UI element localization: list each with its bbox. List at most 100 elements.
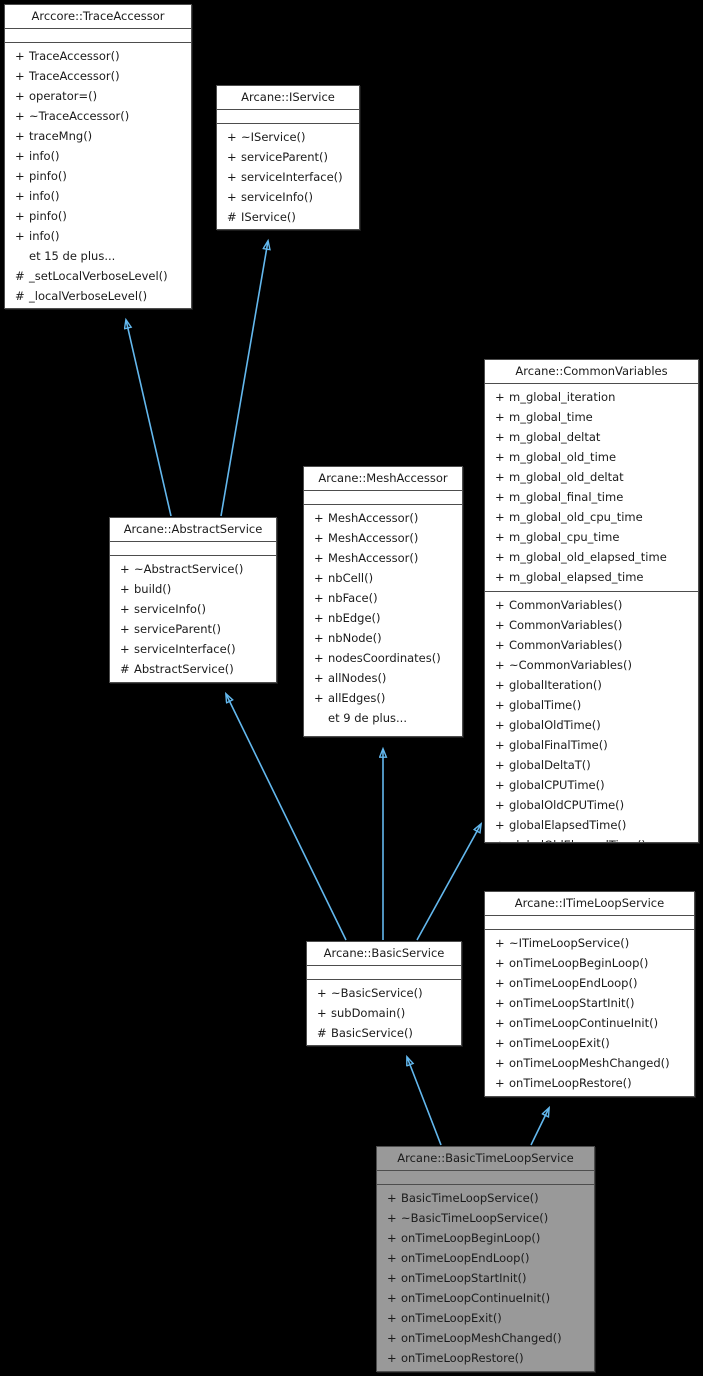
member-visibility: + bbox=[317, 1006, 327, 1020]
member-name: info() bbox=[29, 229, 60, 243]
class-node-basic_timeloop_service[interactable]: Arcane::BasicTimeLoopService + BasicTimeLo… bbox=[376, 1146, 595, 1372]
class-member: + TraceAccessor() bbox=[5, 66, 191, 86]
member-visibility: + bbox=[495, 835, 509, 842]
class-member: + MeshAccessor() bbox=[304, 528, 462, 548]
member-visibility: + bbox=[495, 678, 505, 692]
member-name: m_global_old_deltat bbox=[509, 470, 624, 484]
member-visibility: + bbox=[387, 1231, 397, 1245]
member-visibility: + bbox=[15, 169, 25, 183]
class-attributes-common_variables: + m_global_iteration + m_global_time + m_glob… bbox=[485, 384, 698, 592]
class-node-mesh_accessor[interactable]: Arcane::MeshAccessor + MeshAccessor() + Mesh… bbox=[303, 466, 463, 737]
class-node-iservice[interactable]: Arcane::IService + ~IService() + servicePare… bbox=[216, 85, 360, 230]
member-visibility: + bbox=[495, 450, 505, 464]
member-visibility: + bbox=[495, 758, 505, 772]
member-name: MeshAccessor() bbox=[328, 531, 419, 545]
member-name: pinfo() bbox=[29, 209, 67, 223]
class-node-common_variables[interactable]: Arcane::CommonVariables + m_global_iterati… bbox=[484, 359, 699, 843]
member-visibility: + bbox=[15, 89, 25, 103]
member-name: ~AbstractService() bbox=[134, 562, 244, 576]
class-member: + onTimeLoopExit() bbox=[485, 1033, 694, 1053]
class-member: + allNodes() bbox=[304, 668, 462, 688]
member-name: m_global_final_time bbox=[509, 490, 624, 504]
member-name: IService() bbox=[241, 210, 296, 224]
member-name: AbstractService() bbox=[134, 662, 234, 676]
member-name: info() bbox=[29, 149, 60, 163]
member-visibility: + bbox=[314, 551, 324, 565]
member-name: allNodes() bbox=[328, 671, 387, 685]
class-member: + m_global_old_deltat bbox=[485, 467, 698, 487]
class-member: + m_global_deltat bbox=[485, 427, 698, 447]
member-name: onTimeLoopRestore() bbox=[401, 1351, 524, 1365]
class-member: + CommonVariables() bbox=[485, 595, 698, 615]
member-visibility: + bbox=[495, 530, 505, 544]
member-visibility: + bbox=[314, 571, 324, 585]
class-member: + onTimeLoopMeshChanged() bbox=[377, 1328, 594, 1348]
member-name: ~CommonVariables() bbox=[509, 658, 632, 672]
class-member: + m_global_time bbox=[485, 407, 698, 427]
class-member: + onTimeLoopEndLoop() bbox=[485, 973, 694, 993]
member-name: globalDeltaT() bbox=[509, 758, 591, 772]
member-name: _localVerboseLevel() bbox=[29, 289, 148, 303]
class-member: + nbEdge() bbox=[304, 608, 462, 628]
member-visibility: + bbox=[387, 1191, 397, 1205]
member-visibility: + bbox=[120, 562, 130, 576]
member-name: globalIteration() bbox=[509, 678, 602, 692]
member-name: TraceAccessor() bbox=[29, 69, 120, 83]
member-name: onTimeLoopContinueInit() bbox=[401, 1291, 551, 1305]
member-visibility: + bbox=[495, 470, 505, 484]
class-member: + ~BasicService() bbox=[307, 983, 461, 1003]
member-visibility: + bbox=[495, 598, 505, 612]
member-name: traceMng() bbox=[29, 129, 93, 143]
member-visibility: + bbox=[227, 170, 237, 184]
member-visibility: + bbox=[495, 1036, 505, 1050]
class-member: + ~BasicTimeLoopService() bbox=[377, 1208, 594, 1228]
member-visibility: + bbox=[495, 1056, 505, 1070]
member-name: onTimeLoopEndLoop() bbox=[401, 1251, 530, 1265]
member-name: allEdges() bbox=[328, 691, 386, 705]
member-visibility: + bbox=[387, 1251, 397, 1265]
member-visibility: + bbox=[495, 410, 505, 424]
member-name: serviceParent() bbox=[134, 622, 221, 636]
member-visibility: + bbox=[227, 130, 237, 144]
class-member: + onTimeLoopStartInit() bbox=[377, 1268, 594, 1288]
class-member: + TraceAccessor() bbox=[5, 46, 191, 66]
edge-abstract-service-to-iservice bbox=[220, 241, 268, 517]
member-name: serviceParent() bbox=[241, 150, 328, 164]
class-member: + onTimeLoopBeginLoop() bbox=[377, 1228, 594, 1248]
class-member: + serviceInfo() bbox=[110, 599, 276, 619]
class-title-itimeloop_service: Arcane::ITimeLoopService bbox=[485, 892, 694, 916]
class-member: + nbNode() bbox=[304, 628, 462, 648]
member-name: serviceInterface() bbox=[241, 170, 343, 184]
class-member: + build() bbox=[110, 579, 276, 599]
class-member: + globalIteration() bbox=[485, 675, 698, 695]
edge-basic-timeloop-service-to-basic-service bbox=[407, 1057, 442, 1146]
member-visibility: + bbox=[495, 510, 505, 524]
member-visibility: # bbox=[120, 662, 130, 676]
member-name: nodesCoordinates() bbox=[328, 651, 441, 665]
member-name: nbFace() bbox=[328, 591, 378, 605]
class-methods-itimeloop_service: + ~ITimeLoopService() + onTimeLoopBeginLoop… bbox=[485, 930, 694, 1096]
member-visibility: + bbox=[387, 1351, 397, 1365]
member-visibility: + bbox=[15, 129, 25, 143]
member-visibility: + bbox=[15, 209, 25, 223]
class-member: + serviceInterface() bbox=[217, 167, 359, 187]
class-member: + ~IService() bbox=[217, 127, 359, 147]
class-member: + nbCell() bbox=[304, 568, 462, 588]
class-member: + onTimeLoopRestore() bbox=[377, 1348, 594, 1368]
class-member: # _localVerboseLevel() bbox=[5, 286, 191, 306]
class-member: + pinfo() bbox=[5, 206, 191, 226]
class-node-abstract_service[interactable]: Arcane::AbstractService + ~AbstractService… bbox=[109, 517, 277, 683]
member-name: ~IService() bbox=[241, 130, 306, 144]
member-name: m_global_old_time bbox=[509, 450, 617, 464]
member-name: onTimeLoopExit() bbox=[401, 1311, 502, 1325]
member-name: ~BasicTimeLoopService() bbox=[401, 1211, 549, 1225]
class-member: + ~ITimeLoopService() bbox=[485, 933, 694, 953]
class-attributes-compartment-abstract_service bbox=[110, 542, 276, 556]
class-member: + info() bbox=[5, 146, 191, 166]
class-node-basic_service[interactable]: Arcane::BasicService + ~BasicService() + sub… bbox=[306, 941, 462, 1046]
class-node-trace_accessor[interactable]: Arccore::TraceAccessor + TraceAccessor() + T… bbox=[4, 4, 192, 309]
class-methods-iservice: + ~IService() + serviceParent() + serviceInte… bbox=[217, 124, 359, 229]
class-member: # _setLocalVerboseLevel() bbox=[5, 266, 191, 286]
member-visibility: + bbox=[15, 109, 25, 123]
class-node-itimeloop_service[interactable]: Arcane::ITimeLoopService+ ~ITimeLoopServi… bbox=[484, 891, 695, 1097]
